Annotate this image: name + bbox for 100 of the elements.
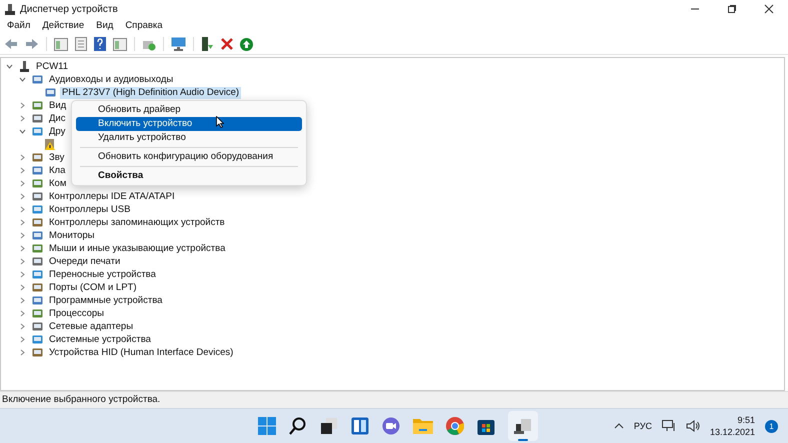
maximize-icon[interactable]	[727, 4, 737, 14]
device-icon	[45, 87, 56, 98]
task-view-icon[interactable]	[320, 417, 338, 435]
chevron-right-icon[interactable]	[19, 349, 26, 356]
chevron-right-icon[interactable]	[19, 297, 26, 304]
tree-item[interactable]: Вид	[47, 100, 68, 112]
device-icon	[32, 217, 43, 228]
window-icon[interactable]	[113, 38, 127, 50]
chevron-down-icon[interactable]	[6, 63, 13, 70]
tree-item[interactable]: Контроллеры USB	[47, 204, 132, 216]
status-bar: Включение выбранного устройства.	[0, 391, 788, 408]
tree-item[interactable]: Дис	[47, 112, 68, 124]
document-icon[interactable]	[75, 37, 87, 51]
tree-item[interactable]: Контроллеры IDE ATA/ATAPI	[47, 190, 177, 202]
notification-badge[interactable]: 1	[765, 420, 778, 432]
language-indicator[interactable]: РУС	[634, 421, 652, 431]
menu-item[interactable]: Свойства	[76, 169, 302, 183]
device-icon	[32, 100, 43, 111]
menu-item[interactable]: Обновить конфигурацию оборудования	[76, 150, 302, 164]
chevron-right-icon[interactable]	[19, 115, 26, 122]
chevron-right-icon[interactable]	[19, 310, 26, 317]
tree-item[interactable]: Кла	[47, 164, 68, 176]
tree-item[interactable]: Системные устройства	[47, 334, 153, 346]
menu-item[interactable]: Действие	[42, 20, 84, 34]
chevron-up-icon[interactable]	[614, 423, 624, 429]
menu-item[interactable]: Обновить драйвер	[76, 103, 302, 117]
monitor-icon[interactable]	[171, 37, 186, 51]
chevron-right-icon[interactable]	[19, 258, 26, 265]
device-icon	[32, 269, 43, 280]
chevron-right-icon[interactable]	[19, 271, 26, 278]
tree-item[interactable]: Порты (COM и LPT)	[47, 282, 139, 294]
device-icon	[32, 191, 43, 202]
browser-icon[interactable]	[446, 417, 464, 435]
back-arrow-icon[interactable]	[4, 38, 18, 50]
app-icon	[5, 4, 15, 14]
chevron-down-icon[interactable]	[19, 128, 26, 135]
tree-item[interactable]: Переносные устройства	[47, 268, 158, 280]
menu-item[interactable]: Включить устройство	[76, 117, 302, 131]
device-icon	[32, 321, 43, 332]
device-icon	[32, 256, 43, 267]
delete-icon[interactable]	[221, 38, 233, 50]
device-icon	[32, 126, 43, 137]
device-icon	[32, 152, 43, 163]
chevron-right-icon[interactable]	[19, 206, 26, 213]
tree-item[interactable]: Мыши и иные указывающие устройства	[47, 242, 228, 254]
tree-item[interactable]: Очереди печати	[47, 256, 122, 268]
cursor-icon	[216, 116, 224, 128]
menu-item[interactable]: Вид	[96, 20, 114, 34]
device-icon	[32, 165, 43, 176]
search-icon[interactable]	[289, 417, 307, 435]
chevron-right-icon[interactable]	[19, 336, 26, 343]
chevron-right-icon[interactable]	[19, 167, 26, 174]
properties-icon[interactable]	[54, 38, 68, 50]
device-icon	[32, 347, 43, 358]
chevron-right-icon[interactable]	[19, 219, 26, 226]
chevron-right-icon[interactable]	[19, 245, 26, 252]
tree-item[interactable]: Мониторы	[47, 230, 96, 242]
windows-logo-icon[interactable]	[258, 417, 276, 435]
widgets-icon[interactable]	[351, 417, 369, 435]
device-icon	[32, 308, 43, 319]
chat-icon[interactable]	[382, 417, 400, 435]
chevron-right-icon[interactable]	[19, 193, 26, 200]
tree-item[interactable]: PCW11	[34, 60, 70, 72]
menu-item[interactable]: Удалить устройство	[76, 131, 302, 145]
forward-arrow-icon[interactable]	[25, 38, 39, 50]
store-icon[interactable]	[477, 417, 495, 435]
tree-item[interactable]: Ком	[47, 178, 68, 190]
tree-item[interactable]: Зву	[47, 152, 66, 164]
tree-item[interactable]: Контроллеры запоминающих устройств	[47, 216, 227, 228]
menu-item[interactable]: Файл	[7, 20, 30, 34]
device-icon	[32, 230, 43, 241]
clock-date[interactable]: 13.12.2021	[710, 427, 755, 437]
help-icon[interactable]	[94, 37, 106, 51]
tree-item[interactable]: Аудиовходы и аудиовыходы	[47, 74, 176, 86]
chevron-right-icon[interactable]	[19, 284, 26, 291]
tree-item[interactable]: Дру	[47, 126, 68, 138]
folder-icon[interactable]	[413, 418, 433, 434]
update-driver-icon[interactable]	[201, 37, 214, 51]
device-icon	[32, 243, 43, 254]
chevron-right-icon[interactable]	[19, 154, 26, 161]
device-icon	[32, 204, 43, 215]
clock-time[interactable]: 9:51	[737, 415, 755, 425]
tree-item[interactable]: Устройства HID (Human Interface Devices)	[47, 346, 236, 358]
network-icon[interactable]	[662, 420, 676, 432]
enable-icon[interactable]	[240, 38, 253, 50]
device-manager-taskbar-button[interactable]	[508, 411, 538, 441]
window-title: Диспетчер устройств	[20, 4, 118, 14]
close-icon[interactable]	[764, 4, 774, 14]
tree-item[interactable]: Программные устройства	[47, 294, 164, 306]
chevron-right-icon[interactable]	[19, 323, 26, 330]
menu-item[interactable]: Справка	[125, 20, 163, 34]
chevron-right-icon[interactable]	[19, 180, 26, 187]
chevron-down-icon[interactable]	[19, 76, 26, 83]
tree-item[interactable]: PHL 273V7 (High Definition Audio Device)	[60, 86, 242, 98]
chevron-right-icon[interactable]	[19, 102, 26, 109]
chevron-right-icon[interactable]	[19, 232, 26, 239]
tree-item[interactable]: Процессоры	[47, 308, 106, 320]
tree-item[interactable]: Сетевые адаптеры	[47, 320, 136, 332]
speaker-icon[interactable]	[686, 420, 700, 432]
computer-icon	[19, 61, 30, 72]
